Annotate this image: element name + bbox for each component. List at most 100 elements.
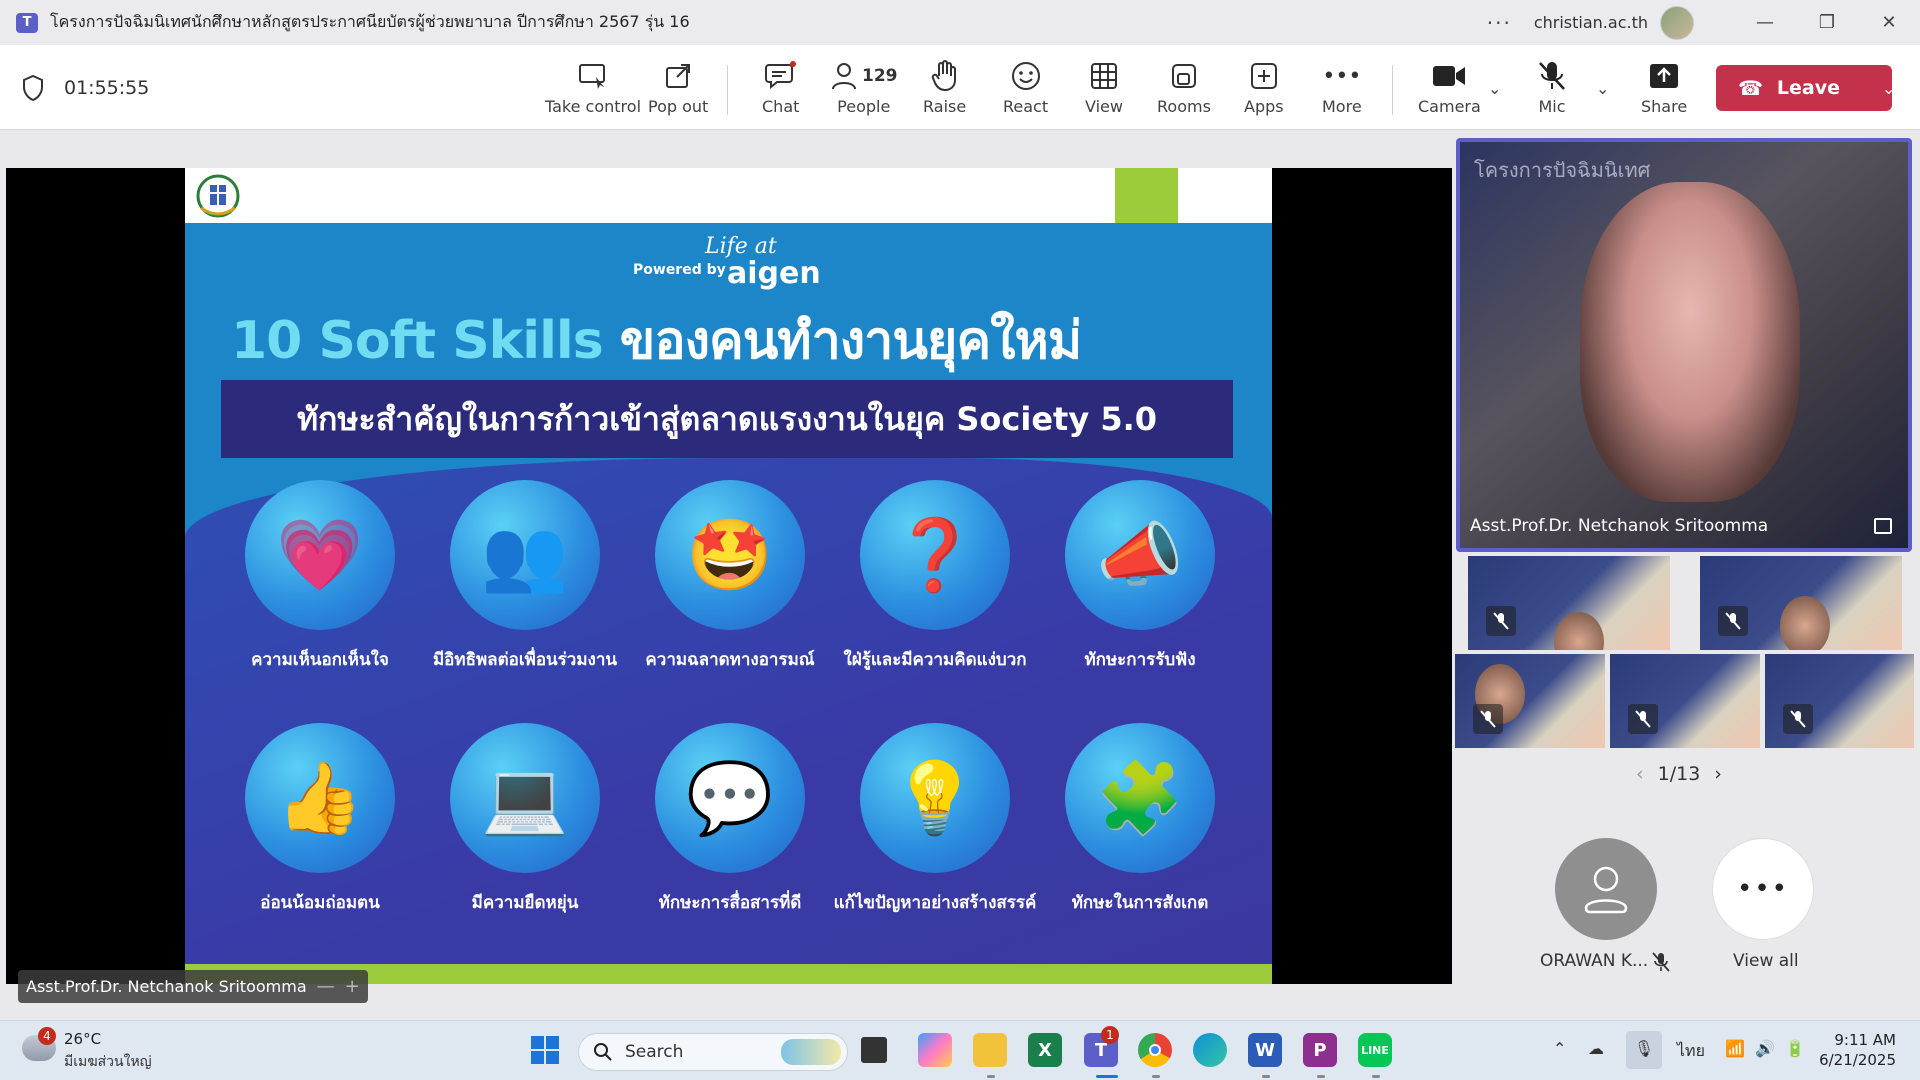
settings-more-button[interactable]: ··· [1487,11,1512,35]
volume-icon[interactable]: 🔊 [1755,1039,1775,1058]
megaphone-icon: 📣 [1065,480,1215,630]
coworkers-icon: 👥 [450,480,600,630]
mic-off-icon [1718,606,1748,636]
skill-label: แก้ไขปัญหาอย่างสร้างสรรค์ [833,893,1037,913]
zoom-in-button[interactable]: + [345,976,360,997]
camera-options-chevron-icon[interactable]: ⌄ [1488,79,1501,98]
hearts-icon: 💗 [245,480,395,630]
input-language[interactable]: ไทย [1677,1039,1705,1064]
restore-button[interactable]: ❐ [1796,0,1858,45]
take-control-label: Take control [545,97,642,116]
toolbar-divider [727,65,728,115]
system-clock[interactable]: 9:11 AM 6/21/2025 [1818,1030,1896,1070]
previous-page-chevron-icon[interactable]: ‹ [1636,763,1644,785]
battery-icon[interactable]: 🔋 [1785,1039,1805,1058]
close-button[interactable]: ✕ [1858,0,1920,45]
chat-icon [764,57,797,95]
pdf-icon[interactable]: P [1303,1033,1337,1067]
share-icon [1648,57,1680,95]
participant-avatar[interactable] [1555,838,1657,940]
participant-thumbnail[interactable] [1765,654,1914,748]
headline-rest: ของคนทำงานยุคใหม่ [602,311,1082,371]
apps-label: Apps [1244,97,1284,116]
rooms-button[interactable]: Rooms [1157,57,1211,123]
edge-icon[interactable] [1193,1033,1227,1067]
windows-taskbar: 4 26°C มีเมฆส่วนใหญ่ Search X T 1 W P LI… [0,1020,1920,1080]
line-app-icon[interactable]: LINE [1358,1033,1392,1067]
raise-hand-button[interactable]: Raise [923,57,966,123]
slide-header-strip [185,168,1272,223]
word-icon[interactable]: W [1248,1033,1282,1067]
mic-off-icon [1537,57,1567,95]
mic-label: Mic [1538,97,1566,116]
clock-time: 9:11 AM [1834,1031,1896,1049]
task-view-icon[interactable] [861,1037,887,1063]
account-avatar[interactable] [1660,5,1694,40]
rooms-label: Rooms [1157,97,1211,116]
chat-button[interactable]: Chat [762,57,799,123]
pop-out-button[interactable]: Pop out [648,57,708,123]
chrome-icon[interactable] [1138,1033,1172,1067]
show-hidden-icons-chevron-icon[interactable]: ⌃ [1553,1039,1566,1058]
shared-slide: Life at Powered by aigen 10 Soft Skills … [185,168,1272,984]
participant-thumbnail[interactable] [1700,556,1902,650]
copilot-icon[interactable] [918,1033,952,1067]
mic-button[interactable]: Mic [1537,57,1567,123]
gallery-pager: ‹ 1/13 › [1636,763,1722,785]
skill-label: ใฝ่รู้และมีความคิดแง่บวก [843,650,1027,670]
pin-icon[interactable] [1874,518,1892,534]
search-highlight-image [781,1039,841,1065]
leave-options-chevron-icon[interactable]: ⌄ [1882,79,1895,98]
weather-condition[interactable]: มีเมฆส่วนใหญ่ [64,1051,152,1073]
share-button[interactable]: Share [1641,57,1687,123]
excel-icon[interactable]: X [1028,1033,1062,1067]
file-explorer-icon[interactable] [973,1033,1007,1067]
participant-thumbnail[interactable] [1455,654,1605,748]
leave-button[interactable]: ☎ Leave ⌄ [1716,65,1895,111]
shield-icon[interactable] [22,75,44,101]
page-indicator: 1/13 [1657,763,1701,785]
meeting-timer: 01:55:55 [64,77,150,99]
zoom-out-button[interactable]: — [317,976,335,997]
leave-label: Leave [1776,77,1841,99]
skill-label: ทักษะในการสังเกต [1071,893,1209,913]
skill-label: ความฉลาดทางอารมณ์ [645,650,815,670]
take-control-button[interactable]: Take control [545,57,641,123]
participant-video [1580,182,1800,502]
minimize-button[interactable]: — [1734,0,1796,45]
raise-hand-icon [931,57,959,95]
camera-icon [1432,57,1466,95]
mic-off-icon [1628,704,1658,734]
windows-start-icon[interactable] [528,1033,562,1067]
wifi-icon[interactable]: 📶 [1725,1039,1745,1058]
camera-label: Camera [1418,97,1481,116]
apps-button[interactable]: Apps [1244,57,1284,123]
presenter-name-tag[interactable]: Asst.Prof.Dr. Netchanok Sritoomma — + [18,970,368,1003]
view-label: View [1085,97,1123,116]
mic-muted-tray-icon[interactable]: 🎙 [1626,1031,1662,1069]
teams-badge: 1 [1101,1026,1119,1044]
camera-button[interactable]: Camera [1418,57,1481,123]
temperature[interactable]: 26°C [64,1030,101,1048]
more-dots-icon: ••• [1736,874,1789,904]
account-name[interactable]: christian.ac.th [1534,13,1648,32]
chat-label: Chat [762,97,800,116]
skill-card: 💗 ความเห็นอกเห็นใจ [230,480,410,673]
people-icon: 129 [830,57,898,95]
skill-card: 💬 ทักษะการสื่อสารที่ดี [640,723,820,916]
next-page-chevron-icon[interactable]: › [1714,763,1722,785]
people-button[interactable]: 129 People [830,57,898,123]
participant-thumbnail[interactable] [1468,556,1670,650]
view-all-button[interactable]: ••• [1712,838,1814,940]
react-button[interactable]: React [1003,57,1048,123]
skill-card: ❓ ใฝ่รู้และมีความคิดแง่บวก [843,480,1027,673]
more-button[interactable]: ••• More [1322,57,1362,123]
raise-label: Raise [923,97,967,116]
background-banner-text: โครงการปัจฉิมนิเทศ [1474,158,1651,182]
onedrive-icon[interactable]: ☁ [1588,1039,1604,1058]
taskbar-search[interactable]: Search [578,1033,848,1071]
view-button[interactable]: View [1085,57,1123,123]
mic-options-chevron-icon[interactable]: ⌄ [1596,79,1609,98]
participant-thumbnail[interactable] [1610,654,1760,748]
spotlight-video-tile[interactable]: โครงการปัจฉิมนิเทศ Asst.Prof.Dr. Netchan… [1456,138,1912,552]
